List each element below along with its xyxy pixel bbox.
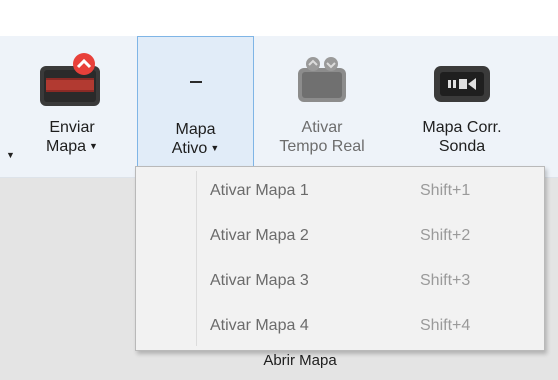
menu-item-activate-map-2[interactable]: Ativar Mapa 2 Shift+2 bbox=[136, 222, 544, 252]
menu-item-shortcut: Shift+2 bbox=[420, 227, 471, 244]
active-map-dropdown-menu: Ativar Mapa 1 Shift+1 Ativar Mapa 2 Shif… bbox=[135, 166, 545, 351]
menu-item-activate-map-3[interactable]: Ativar Mapa 3 Shift+3 bbox=[136, 267, 544, 297]
menu-item-activate-map-4[interactable]: Ativar Mapa 4 Shift+4 bbox=[136, 312, 544, 342]
sonda-label-line1: Mapa Corr. bbox=[422, 119, 502, 136]
chevron-down-icon: ▼ bbox=[210, 143, 220, 154]
menu-item-shortcut: Shift+4 bbox=[420, 317, 471, 334]
menu-item-label: Ativar Mapa 3 bbox=[210, 272, 309, 289]
chevron-down-icon: ▼ bbox=[89, 141, 98, 152]
realtime-label-line1: Ativar bbox=[301, 119, 343, 136]
active-map-label-line2: Ativo ▼ bbox=[171, 140, 220, 157]
menu-item-shortcut: Shift+3 bbox=[420, 272, 471, 289]
monitor-upload-icon bbox=[22, 52, 122, 110]
realtime-device-icon bbox=[262, 52, 382, 110]
menu-item-shortcut: Shift+1 bbox=[420, 182, 471, 199]
menu-item-label: Ativar Mapa 2 bbox=[210, 227, 309, 244]
sonda-label-line2: Sonda bbox=[438, 138, 486, 155]
menu-item-label: Ativar Mapa 1 bbox=[210, 182, 309, 199]
sonda-device-icon bbox=[402, 52, 522, 110]
send-map-button[interactable]: Enviar Mapa ▼ bbox=[22, 36, 122, 177]
active-map-label-line1: Mapa bbox=[175, 121, 216, 138]
open-map-label: Abrir Mapa bbox=[263, 352, 337, 369]
chevron-down-icon[interactable]: ▼ bbox=[6, 150, 15, 160]
send-map-label-line2: Mapa ▼ bbox=[46, 138, 98, 155]
realtime-button[interactable]: Ativar Tempo Real bbox=[262, 36, 382, 177]
sonda-map-button[interactable]: Mapa Corr. Sonda bbox=[402, 36, 522, 177]
dash-icon bbox=[190, 81, 202, 83]
menu-item-label: Ativar Mapa 4 bbox=[210, 317, 309, 334]
menu-item-activate-map-1[interactable]: Ativar Mapa 1 Shift+1 bbox=[136, 177, 544, 207]
title-strip bbox=[0, 0, 558, 36]
active-map-button[interactable]: Mapa Ativo ▼ bbox=[137, 36, 254, 177]
realtime-label-line2: Tempo Real bbox=[279, 138, 365, 155]
send-map-label-line1: Enviar bbox=[49, 119, 95, 136]
